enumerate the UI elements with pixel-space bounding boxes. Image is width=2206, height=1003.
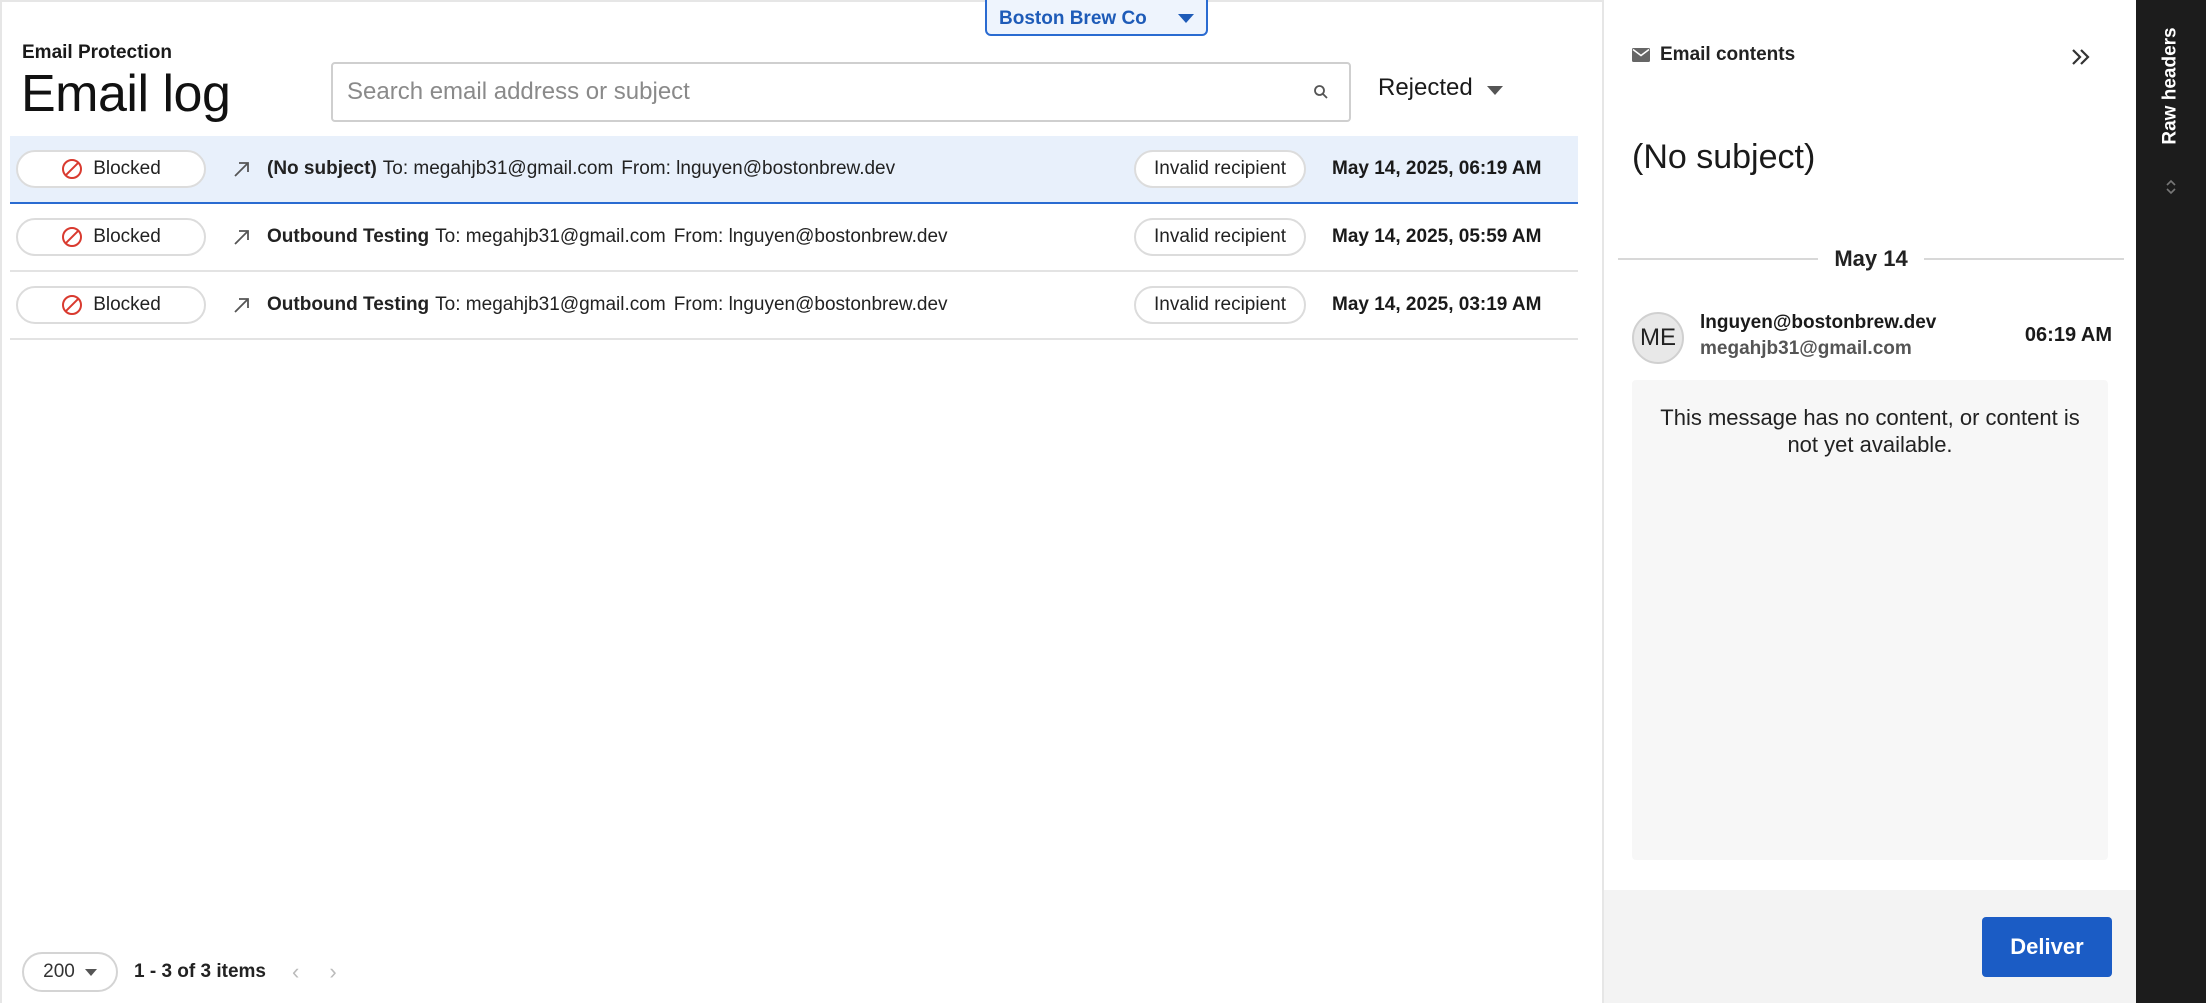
divider-line [1923, 258, 2125, 260]
table-row[interactable]: Blocked (No subject) To: megahjb31@gmail.… [10, 136, 1578, 204]
prev-page-button[interactable]: ‹ [292, 959, 299, 985]
sort-icon[interactable] [2160, 176, 2182, 198]
page-title: Email log [21, 65, 231, 123]
email-date: May 14, 2025, 05:59 AM [1332, 226, 1542, 247]
collapse-panel-button[interactable] [2064, 40, 2098, 74]
email-subject: Outbound Testing [267, 294, 430, 315]
email-subject: (No subject) [267, 158, 377, 179]
detail-subject: (No subject) [1632, 138, 1816, 176]
blocked-icon [62, 227, 83, 247]
email-from: From: lnguyen@bostonbrew.dev [621, 158, 896, 179]
search-box [331, 62, 1351, 122]
status-badge: Blocked [16, 218, 206, 256]
page-size-value: 200 [43, 961, 75, 982]
mail-icon [1632, 48, 1650, 62]
status-label: Blocked [93, 294, 161, 315]
raw-headers-tab[interactable]: Raw headers [2150, 26, 2192, 146]
status-filter-label: Rejected [1378, 74, 1473, 101]
status-label: Blocked [93, 226, 161, 247]
detail-header: Email contents [1632, 44, 1795, 66]
email-log-panel: Boston Brew Co Email Protection Email lo… [0, 0, 1602, 1003]
raw-headers-label: Raw headers [2160, 27, 2182, 145]
next-page-button[interactable]: › [329, 959, 336, 985]
divider-line [1618, 258, 1819, 260]
status-label: Blocked [93, 158, 161, 179]
pagination: 200 1 - 3 of 3 items ‹ › [22, 952, 337, 992]
side-rail: Raw headers [2136, 0, 2206, 1003]
table-row[interactable]: Blocked Outbound Testing To: megahjb31@gm… [10, 204, 1578, 272]
email-summary: (No subject) To: megahjb31@gmail.com From:… [267, 158, 895, 180]
search-icon[interactable] [1307, 78, 1335, 106]
avatar: ME [1632, 312, 1684, 364]
detail-header-label: Email contents [1660, 44, 1796, 65]
detail-footer: Deliver [1604, 890, 2136, 1003]
date-divider: May 14 [1618, 244, 2125, 274]
chevron-down-icon [1486, 85, 1503, 95]
product-name: Email Protection [22, 42, 172, 63]
email-to: To: megahjb31@gmail.com [435, 294, 666, 315]
table-row[interactable]: Blocked Outbound Testing To: megahjb31@gm… [10, 272, 1578, 340]
org-selector[interactable]: Boston Brew Co [985, 0, 1208, 36]
reason-badge: Invalid recipient [1134, 218, 1306, 256]
outbound-arrow-icon [228, 155, 256, 183]
email-date: May 14, 2025, 03:19 AM [1332, 294, 1542, 315]
email-detail-panel: Email contents (No subject) May 14 ME ln… [1602, 0, 2136, 1003]
email-date: May 14, 2025, 06:19 AM [1332, 158, 1542, 179]
org-selector-label: Boston Brew Co [999, 8, 1147, 29]
page-info: 1 - 3 of 3 items [134, 961, 266, 982]
status-filter-dropdown[interactable]: Rejected [1378, 74, 1503, 102]
message-time: 06:19 AM [2024, 324, 2112, 346]
sender-address: lnguyen@bostonbrew.dev [1700, 312, 1937, 333]
message-header: ME lnguyen@bostonbrew.dev megahjb31@gmai… [1632, 310, 2112, 366]
recipient-address: megahjb31@gmail.com [1700, 338, 1912, 359]
email-subject: Outbound Testing [267, 226, 430, 247]
search-input[interactable] [347, 78, 1307, 106]
outbound-arrow-icon [228, 223, 256, 251]
email-from: From: lnguyen@bostonbrew.dev [673, 226, 948, 247]
reason-badge: Invalid recipient [1134, 150, 1306, 188]
email-to: To: megahjb31@gmail.com [435, 226, 666, 247]
email-to: To: megahjb31@gmail.com [382, 158, 614, 179]
date-group-label: May 14 [1834, 246, 1908, 271]
email-from: From: lnguyen@bostonbrew.dev [673, 294, 948, 315]
blocked-icon [62, 159, 83, 179]
chevron-down-icon [1178, 13, 1194, 23]
email-summary: Outbound Testing To: megahjb31@gmail.com F… [267, 226, 948, 248]
status-badge: Blocked [16, 286, 206, 324]
outbound-arrow-icon [228, 291, 256, 319]
double-chevron-right-icon [2072, 49, 2090, 65]
deliver-button[interactable]: Deliver [1982, 917, 2112, 977]
message-body: This message has no content, or content … [1632, 380, 2108, 860]
email-summary: Outbound Testing To: megahjb31@gmail.com F… [267, 294, 948, 316]
pager-controls: ‹ › [292, 959, 337, 985]
blocked-icon [62, 295, 83, 315]
chevron-down-icon [84, 968, 97, 976]
status-badge: Blocked [16, 150, 206, 188]
empty-message-text: This message has no content, or content … [1660, 405, 2080, 457]
page-size-select[interactable]: 200 [22, 952, 118, 992]
email-table: Blocked (No subject) To: megahjb31@gmail.… [10, 136, 1578, 340]
reason-badge: Invalid recipient [1134, 286, 1306, 324]
